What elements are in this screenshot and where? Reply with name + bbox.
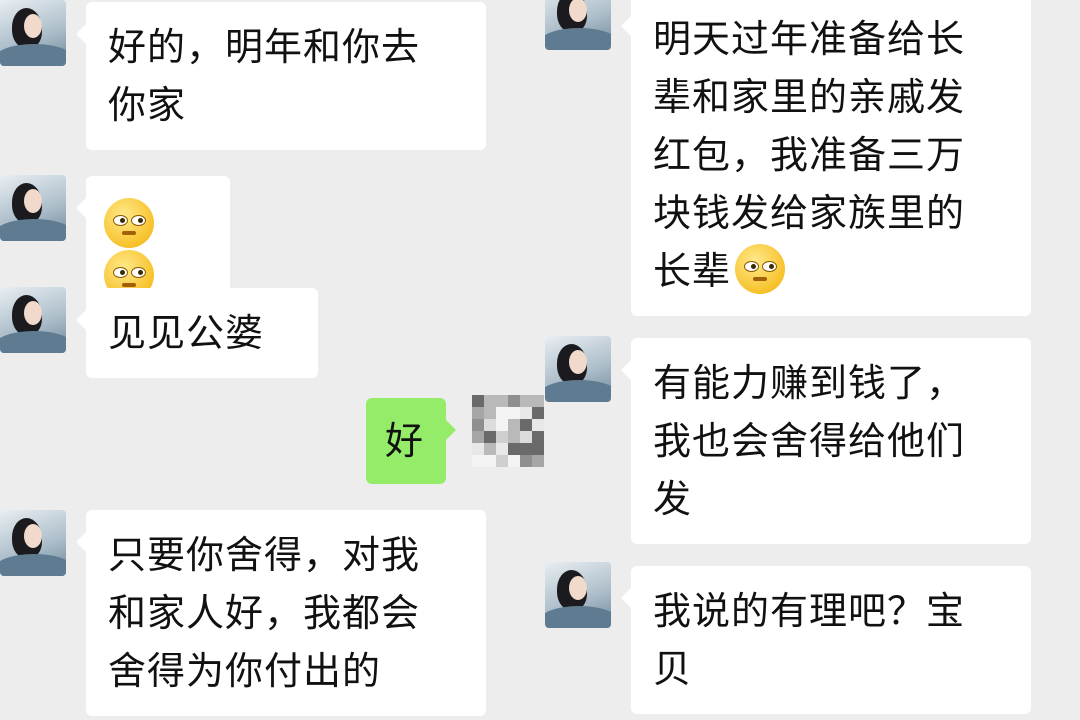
mosaic-tile xyxy=(508,395,520,407)
mosaic-tile xyxy=(520,431,532,443)
contact-avatar[interactable] xyxy=(0,175,66,241)
mosaic-tile xyxy=(520,419,532,431)
message-line: 长辈 xyxy=(653,249,732,293)
message-line: 好 xyxy=(385,419,425,463)
chat-panel-right: 明天过年准备给长 辈和家里的亲戚发 红包，我准备三万 块钱发给家族里的 长辈 有… xyxy=(545,0,1080,720)
mosaic-tile xyxy=(508,443,520,455)
mosaic-tile xyxy=(472,431,484,443)
mosaic-tile xyxy=(508,407,520,419)
message-bubble-received[interactable]: 有能力赚到钱了， 我也会舍得给他们 发 xyxy=(621,338,1031,544)
message-line: 和家人好，我都会 xyxy=(108,591,421,635)
message-line: 辈和家里的亲戚发 xyxy=(653,75,966,119)
message-line: 红包，我准备三万 xyxy=(653,133,966,177)
mosaic-tile xyxy=(496,407,508,419)
message-bubble-received[interactable]: 好的，明年和你去 你家 xyxy=(76,2,486,150)
mosaic-tile xyxy=(496,419,508,431)
mosaic-tile xyxy=(496,455,508,467)
message-line: 发 xyxy=(653,477,693,521)
grinning-face-icon xyxy=(735,244,786,294)
mosaic-tile xyxy=(472,419,484,431)
message-line: 有能力赚到钱了， xyxy=(653,361,966,405)
mosaic-tile xyxy=(496,443,508,455)
message-line: 舍得为你付出的 xyxy=(108,649,382,693)
message-line: 贝 xyxy=(653,647,693,691)
mosaic-tile xyxy=(532,431,544,443)
mosaic-tile xyxy=(472,443,484,455)
mosaic-tile xyxy=(484,443,496,455)
message-bubble-received[interactable]: 明天过年准备给长 辈和家里的亲戚发 红包，我准备三万 块钱发给家族里的 长辈 xyxy=(621,0,1031,316)
mosaic-tile xyxy=(484,407,496,419)
mosaic-tile xyxy=(532,443,544,455)
mosaic-tile xyxy=(484,395,496,407)
mosaic-tile xyxy=(472,395,484,407)
user-avatar-pixelated[interactable] xyxy=(472,395,544,467)
contact-avatar[interactable] xyxy=(545,0,611,50)
message-line: 我说的有理吧？宝 xyxy=(653,589,966,633)
chat-panel-left: 好的，明年和你去 你家 见见公婆 好 只要你舍得，对我 和家人好，我都会 舍得为… xyxy=(0,0,545,720)
mosaic-tile xyxy=(532,455,544,467)
mosaic-tile xyxy=(520,407,532,419)
message-line: 好的，明年和你去 xyxy=(108,25,421,69)
mosaic-tile xyxy=(484,455,496,467)
mosaic-tile xyxy=(496,395,508,407)
mosaic-tile xyxy=(472,407,484,419)
mosaic-tile xyxy=(520,395,532,407)
message-line: 块钱发给家族里的 xyxy=(653,191,966,235)
contact-avatar[interactable] xyxy=(545,336,611,402)
mosaic-tile xyxy=(472,455,484,467)
mosaic-tile xyxy=(532,395,544,407)
message-bubble-received[interactable]: 见见公婆 xyxy=(76,288,318,378)
mosaic-tile xyxy=(532,419,544,431)
message-line: 见见公婆 xyxy=(108,311,265,355)
message-line: 我也会舍得给他们 xyxy=(653,419,966,463)
contact-avatar[interactable] xyxy=(0,0,66,66)
message-line: 只要你舍得，对我 xyxy=(108,533,421,577)
message-line: 明天过年准备给长 xyxy=(653,17,966,61)
grinning-face-icon xyxy=(104,198,154,248)
mosaic-tile xyxy=(520,443,532,455)
message-bubble-sent[interactable]: 好 xyxy=(366,398,456,484)
mosaic-tile xyxy=(484,431,496,443)
mosaic-tile xyxy=(484,419,496,431)
contact-avatar[interactable] xyxy=(545,562,611,628)
message-bubble-received[interactable]: 只要你舍得，对我 和家人好，我都会 舍得为你付出的 xyxy=(76,510,486,716)
contact-avatar[interactable] xyxy=(0,287,66,353)
mosaic-tile xyxy=(520,455,532,467)
contact-avatar[interactable] xyxy=(0,510,66,576)
message-line: 你家 xyxy=(108,83,187,127)
mosaic-tile xyxy=(508,419,520,431)
mosaic-tile xyxy=(508,431,520,443)
message-bubble-received[interactable]: 我说的有理吧？宝 贝 xyxy=(621,566,1031,714)
mosaic-tile xyxy=(508,455,520,467)
mosaic-tile xyxy=(496,431,508,443)
mosaic-tile xyxy=(532,407,544,419)
